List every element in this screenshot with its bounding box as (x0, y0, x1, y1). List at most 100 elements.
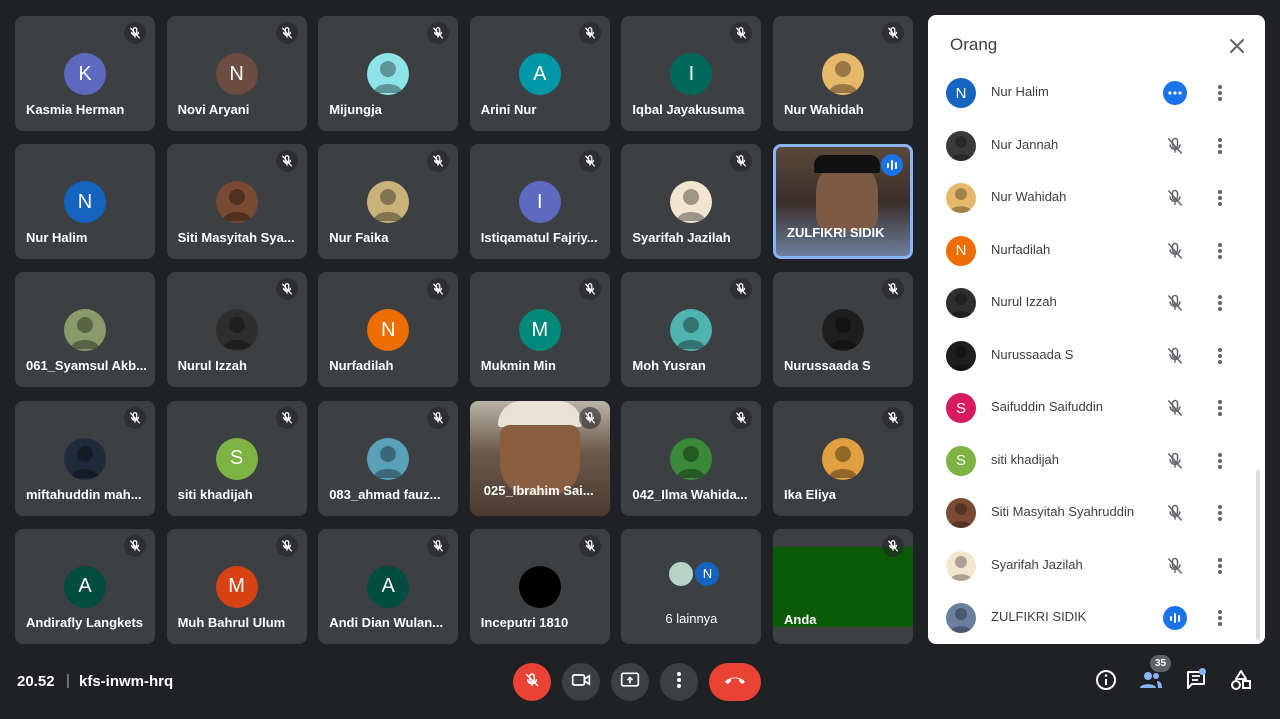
participant-tile[interactable]: Nurul Izzah (166, 272, 307, 388)
more-vert-icon[interactable] (1208, 554, 1232, 578)
mic-off-icon[interactable] (1163, 291, 1187, 315)
participant-row[interactable]: Syarifah Jazilah (928, 540, 1258, 592)
more-vert-icon[interactable] (1208, 501, 1232, 525)
meeting-info-button[interactable] (1093, 669, 1119, 695)
participant-tile[interactable]: N Nur Halim (15, 144, 155, 260)
more-vert-icon[interactable] (1208, 606, 1232, 630)
activities-button[interactable] (1228, 669, 1254, 695)
participant-tile[interactable]: 083_ahmad fauz... (318, 400, 459, 516)
more-vert-icon[interactable] (1208, 449, 1232, 473)
participant-row[interactable]: N Nurfadilah (928, 225, 1258, 277)
more-vert-icon[interactable] (1208, 81, 1232, 105)
participant-tile[interactable]: Siti Masyitah Sya... (166, 144, 307, 260)
participant-tile[interactable]: A Andirafly Langkets (15, 528, 155, 644)
participant-tile[interactable]: M Mukmin Min (469, 272, 610, 388)
participant-tile[interactable]: N Nurfadilah (318, 272, 459, 388)
participant-row[interactable]: Siti Masyitah Syahruddin (928, 487, 1258, 539)
participant-tile[interactable]: Ika Eliya (773, 400, 913, 516)
participant-name: Syarifah Jazilah (991, 556, 1083, 572)
participant-row[interactable]: Nurussaada S (928, 330, 1258, 382)
panel-scrollbar[interactable] (1256, 470, 1260, 640)
people-button[interactable] (1138, 669, 1164, 695)
people-icon (1139, 670, 1163, 695)
mic-off-icon[interactable] (1163, 186, 1187, 210)
mic-off-icon (730, 22, 753, 44)
avatar: S (215, 437, 258, 480)
more-vert-icon[interactable] (1208, 239, 1232, 263)
avatar (667, 559, 696, 588)
participant-tile[interactable]: Mijungja (318, 16, 459, 131)
participant-tile[interactable]: N Novi Aryani (166, 16, 307, 131)
participant-row[interactable]: S Saifuddin Saifuddin (928, 382, 1258, 434)
avatar: N (946, 78, 976, 108)
participant-tile[interactable]: A Andi Dian Wulan... (318, 528, 459, 644)
mic-off-icon (124, 534, 146, 557)
participant-name: Anda (784, 611, 817, 627)
more-vert-icon[interactable] (1208, 134, 1232, 158)
mic-off-icon[interactable] (1163, 449, 1187, 473)
more-vert-icon[interactable] (1208, 344, 1232, 368)
mic-off-icon (275, 406, 298, 429)
participant-tile[interactable]: miftahuddin mah... (15, 400, 155, 516)
more-vert-icon[interactable] (1208, 396, 1232, 420)
avatar (215, 181, 258, 224)
participant-name: Andi Dian Wulan... (329, 614, 444, 630)
more-vert-icon[interactable] (1208, 291, 1232, 315)
participant-tile[interactable]: Syarifah Jazilah (621, 144, 762, 260)
close-icon[interactable] (1225, 34, 1249, 58)
avatar: I (670, 53, 713, 95)
avatar (946, 603, 976, 633)
more-horiz-icon[interactable] (1163, 81, 1187, 105)
more-vert-icon[interactable] (1208, 186, 1232, 210)
participant-name: Mijungja (329, 102, 382, 117)
participant-tile[interactable]: Nur Faika (318, 144, 459, 260)
mic-off-icon (578, 406, 601, 429)
mic-toggle-button[interactable] (513, 663, 551, 701)
mic-off-icon[interactable] (1163, 134, 1187, 158)
more-options-button[interactable] (660, 663, 698, 701)
participant-tile[interactable]: 042_Ilma Wahida... (621, 400, 762, 516)
mic-off-icon[interactable] (1163, 344, 1187, 368)
speaking-indicator-icon (881, 154, 903, 177)
avatar (946, 550, 976, 581)
participant-tile[interactable]: Nur Wahidah (773, 16, 913, 131)
phone-hangup-icon (723, 673, 747, 691)
participant-tile[interactable]: I Istiqamatul Fajriy... (469, 144, 610, 260)
present-button[interactable] (611, 663, 649, 701)
panel-title: Orang (950, 35, 998, 54)
camera-toggle-button[interactable] (562, 663, 600, 701)
participant-name: siti khadijah (991, 451, 1059, 467)
mic-off-icon[interactable] (1163, 239, 1187, 263)
participant-tile[interactable]: A Arini Nur (469, 16, 610, 131)
participant-tile[interactable]: ZULFIKRI SIDIK (773, 144, 913, 260)
participant-row[interactable]: Nur Wahidah (928, 172, 1258, 224)
participant-row[interactable]: N Nur Halim (928, 67, 1258, 119)
participant-tile[interactable]: Ssiti khadijah (166, 400, 307, 516)
participant-row[interactable]: ZULFIKRI SIDIK (928, 592, 1258, 644)
speaking-indicator-icon[interactable] (1163, 606, 1187, 630)
participant-tile[interactable]: 025_Ibrahim Sai... (469, 400, 610, 516)
mic-off-icon (427, 150, 450, 173)
more-participants-tile[interactable]: N 6 lainnya (621, 528, 762, 644)
participant-row[interactable]: Nurul Izzah (928, 277, 1258, 329)
mic-off-icon[interactable] (1163, 554, 1187, 578)
avatar (946, 288, 976, 318)
participant-tile[interactable]: K Kasmia Herman (15, 16, 155, 131)
mic-off-icon[interactable] (1163, 501, 1187, 525)
participant-tile[interactable]: I Iqbal Jayakusuma (621, 16, 762, 131)
participant-tile[interactable]: Inceputri 1810 (469, 528, 610, 644)
mic-off-icon[interactable] (1163, 396, 1187, 420)
participant-tile[interactable]: Moh Yusran (621, 272, 762, 388)
participant-tile[interactable]: Anda (773, 528, 913, 644)
participant-name: Nur Wahidah (991, 189, 1067, 204)
participant-tile[interactable]: M Muh Bahrul Ulum (166, 528, 307, 644)
participant-name: 042_Ilma Wahida... (632, 486, 748, 502)
mic-off-icon (275, 278, 298, 301)
chat-notification-dot (1199, 668, 1206, 675)
participant-row[interactable]: Nur Jannah (928, 120, 1258, 172)
participant-name: ZULFIKRI SIDIK (991, 609, 1087, 624)
leave-call-button[interactable] (709, 663, 761, 701)
participant-row[interactable]: Ssiti khadijah (928, 435, 1258, 487)
participant-tile[interactable]: 061_Syamsul Akb... (15, 272, 155, 388)
participant-tile[interactable]: Nurussaada S (773, 272, 913, 388)
